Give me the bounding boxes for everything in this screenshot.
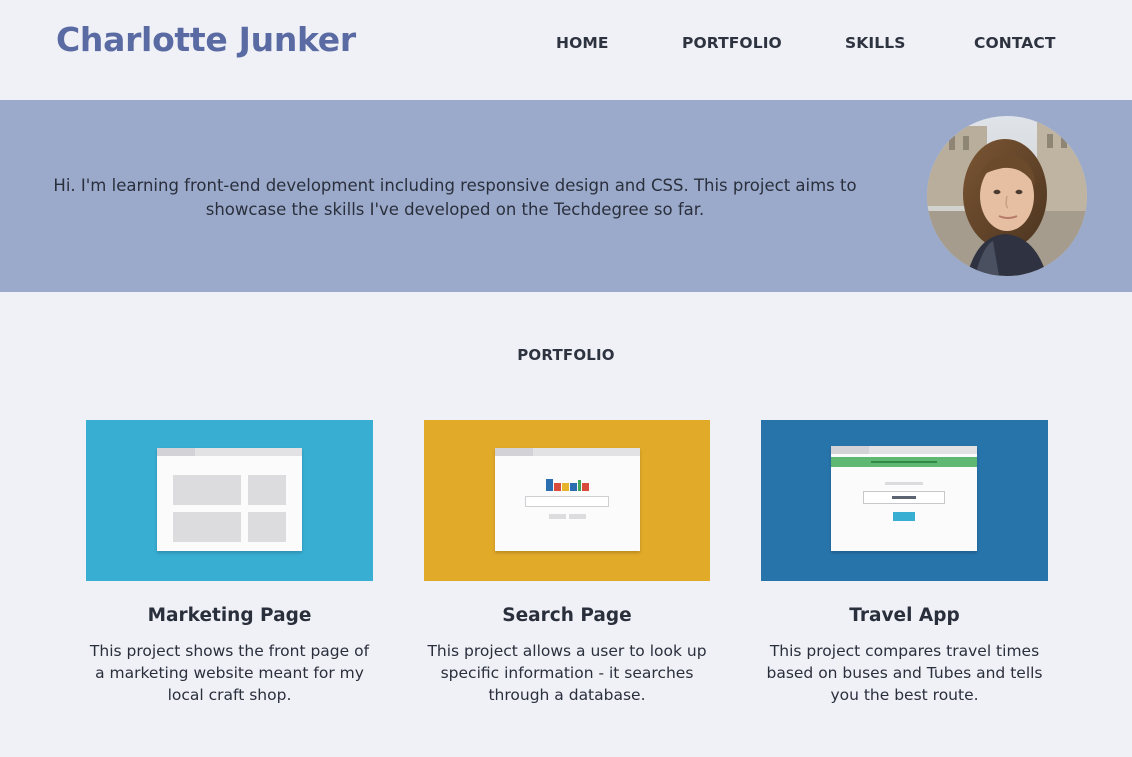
profile-photo — [927, 116, 1087, 276]
site-header: Charlotte Junker HOME PORTFOLIO SKILLS C… — [0, 0, 1132, 100]
portfolio-heading: PORTFOLIO — [517, 346, 615, 364]
nav-home[interactable]: HOME — [556, 34, 609, 52]
browser-mockup — [831, 446, 977, 551]
intro-text: Hi. I'm learning front-end development i… — [53, 176, 857, 219]
browser-mockup — [495, 448, 640, 551]
hero-section: Hi. I'm learning front-end development i… — [0, 100, 1132, 292]
project-description: This project shows the front page of a m… — [89, 642, 370, 704]
project-title[interactable]: Travel App — [761, 605, 1048, 626]
project-card-search[interactable]: Search Page This project allows a user t… — [424, 420, 710, 706]
marketing-page-thumbnail[interactable] — [86, 420, 373, 581]
search-page-thumbnail[interactable] — [424, 420, 710, 581]
nav-contact[interactable]: CONTACT — [974, 34, 1056, 52]
project-description: This project compares travel times based… — [766, 642, 1043, 704]
project-card-travel[interactable]: Travel App This project compares travel … — [761, 420, 1048, 706]
project-card-marketing[interactable]: Marketing Page This project shows the fr… — [86, 420, 373, 706]
travel-app-thumbnail[interactable] — [761, 420, 1048, 581]
project-title[interactable]: Marketing Page — [86, 605, 373, 626]
project-title[interactable]: Search Page — [424, 605, 710, 626]
nav-skills[interactable]: SKILLS — [845, 34, 905, 52]
browser-mockup — [157, 448, 302, 551]
nav-portfolio[interactable]: PORTFOLIO — [682, 34, 782, 52]
project-description: This project allows a user to look up sp… — [427, 642, 707, 704]
avatar — [927, 116, 1087, 276]
site-title[interactable]: Charlotte Junker — [56, 20, 356, 59]
